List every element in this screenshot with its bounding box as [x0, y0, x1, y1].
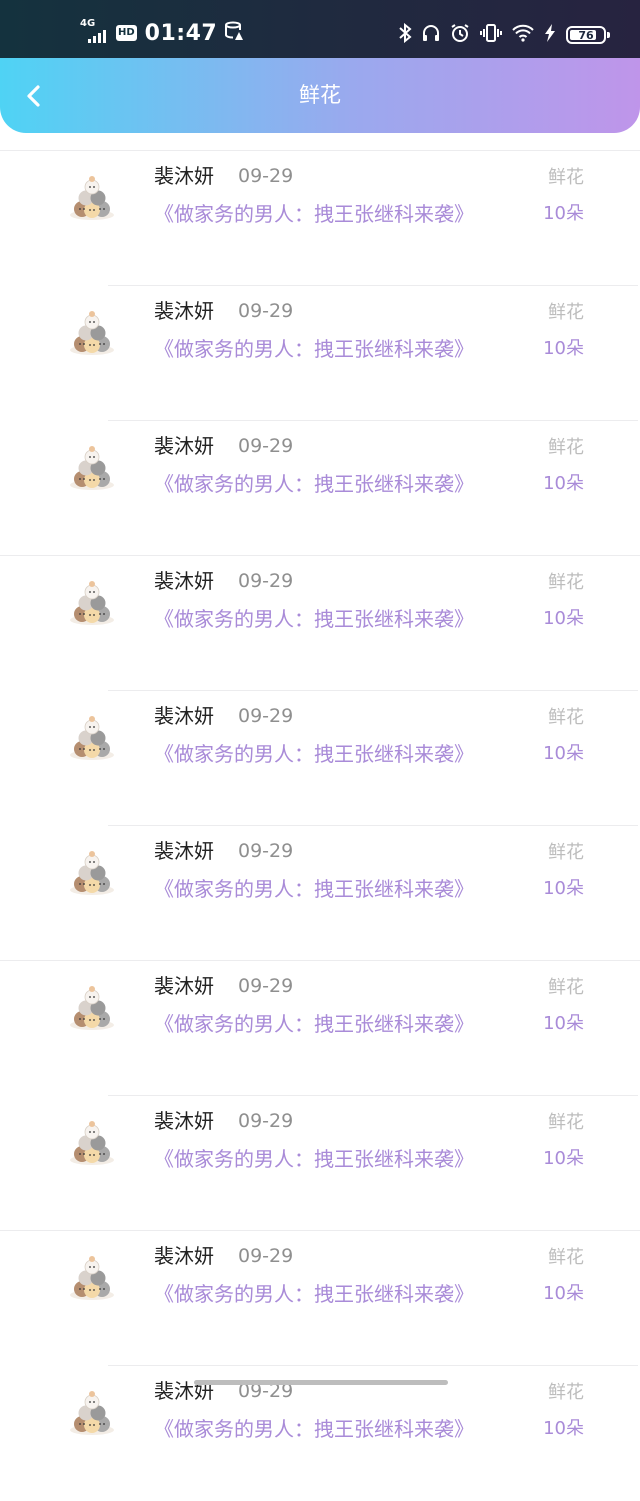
book-title-link[interactable]: 《做家务的男人：拽王张继科来袭》 [154, 1146, 474, 1172]
avatar[interactable] [66, 171, 118, 223]
row-divider [0, 150, 640, 151]
gift-type: 鲜花 [548, 437, 584, 458]
bluetooth-icon [398, 22, 412, 48]
hd-badge: HD [116, 25, 137, 41]
record-date: 09-29 [238, 1245, 294, 1267]
gift-type: 鲜花 [548, 1247, 584, 1268]
gift-type: 鲜花 [548, 302, 584, 323]
gift-type: 鲜花 [548, 167, 584, 188]
gift-record-list: 裴沐妍 09-29 《做家务的男人：拽王张继科来袭》 鲜花 10朵 裴沐妍 09… [0, 150, 640, 1501]
book-title-link[interactable]: 《做家务的男人：拽王张继科来袭》 [154, 876, 474, 902]
user-name: 裴沐妍 [154, 434, 214, 458]
gift-type: 鲜花 [548, 1112, 584, 1133]
user-name: 裴沐妍 [154, 839, 214, 863]
book-title-link[interactable]: 《做家务的男人：拽王张继科来袭》 [154, 1416, 474, 1442]
avatar[interactable] [66, 306, 118, 358]
record-date: 09-29 [238, 840, 294, 862]
wifi-icon [512, 24, 534, 47]
book-title-link[interactable]: 《做家务的男人：拽王张继科来袭》 [154, 606, 474, 632]
avatar[interactable] [66, 846, 118, 898]
gift-amount: 10朵 [543, 608, 584, 629]
list-item[interactable]: 裴沐妍 09-29 《做家务的男人：拽王张继科来袭》 鲜花 10朵 [0, 960, 640, 1096]
book-title-link[interactable]: 《做家务的男人：拽王张继科来袭》 [154, 1281, 474, 1307]
gift-amount: 10朵 [543, 878, 584, 899]
user-name: 裴沐妍 [154, 299, 214, 323]
gift-amount: 10朵 [543, 1148, 584, 1169]
list-item[interactable]: 裴沐妍 09-29 《做家务的男人：拽王张继科来袭》 鲜花 10朵 [0, 825, 640, 961]
list-item[interactable]: 裴沐妍 09-29 《做家务的男人：拽王张继科来袭》 鲜花 10朵 [0, 420, 640, 556]
list-item[interactable]: 裴沐妍 09-29 《做家务的男人：拽王张继科来袭》 鲜花 10朵 [0, 690, 640, 826]
row-divider [0, 1230, 640, 1231]
gift-type: 鲜花 [548, 842, 584, 863]
avatar[interactable] [66, 981, 118, 1033]
list-item[interactable]: 裴沐妍 09-29 《做家务的男人：拽王张继科来袭》 鲜花 10朵 [0, 1095, 640, 1231]
status-bar-right: 76 [398, 20, 610, 50]
list-item[interactable]: 裴沐妍 09-29 《做家务的男人：拽王张继科来袭》 鲜花 10朵 [0, 285, 640, 421]
gift-type: 鲜花 [548, 572, 584, 593]
row-divider [108, 690, 638, 691]
record-date: 09-29 [238, 300, 294, 322]
list-item[interactable]: 裴沐妍 09-29 《做家务的男人：拽王张继科来袭》 鲜花 10朵 [0, 150, 640, 286]
user-name: 裴沐妍 [154, 569, 214, 593]
gift-amount: 10朵 [543, 1418, 584, 1439]
gift-amount: 10朵 [543, 743, 584, 764]
row-divider [0, 555, 640, 556]
row-divider [108, 1095, 638, 1096]
book-title-link[interactable]: 《做家务的男人：拽王张继科来袭》 [154, 201, 474, 227]
gift-type: 鲜花 [548, 977, 584, 998]
avatar[interactable] [66, 1386, 118, 1438]
home-indicator[interactable] [194, 1380, 448, 1385]
row-divider [108, 420, 638, 421]
list-item[interactable]: 裴沐妍 09-29 《做家务的男人：拽王张继科来袭》 鲜花 10朵 [0, 555, 640, 691]
gift-type: 鲜花 [548, 707, 584, 728]
gift-amount: 10朵 [543, 1013, 584, 1034]
avatar[interactable] [66, 576, 118, 628]
book-title-link[interactable]: 《做家务的男人：拽王张继科来袭》 [154, 741, 474, 767]
row-divider [0, 960, 640, 961]
user-name: 裴沐妍 [154, 704, 214, 728]
book-title-link[interactable]: 《做家务的男人：拽王张继科来袭》 [154, 336, 474, 362]
title-bar: 鲜花 [0, 58, 640, 133]
gift-amount: 10朵 [543, 1283, 584, 1304]
avatar[interactable] [66, 1116, 118, 1168]
user-name: 裴沐妍 [154, 1244, 214, 1268]
record-date: 09-29 [238, 975, 294, 997]
network-type: 4G [80, 18, 96, 29]
gift-amount: 10朵 [543, 473, 584, 494]
status-time: 01:47 [144, 20, 218, 46]
gift-amount: 10朵 [543, 203, 584, 224]
gift-type: 鲜花 [548, 1382, 584, 1403]
status-bar: 4G HD 01:47 76 [0, 0, 640, 60]
headphones-icon [422, 24, 440, 47]
record-date: 09-29 [238, 705, 294, 727]
vibrate-icon [480, 23, 502, 47]
page-title: 鲜花 [299, 83, 341, 107]
row-divider [108, 285, 638, 286]
user-name: 裴沐妍 [154, 974, 214, 998]
list-item[interactable]: 裴沐妍 09-29 《做家务的男人：拽王张继科来袭》 鲜花 10朵 [0, 1365, 640, 1501]
data-saver-icon [225, 21, 245, 46]
user-name: 裴沐妍 [154, 1109, 214, 1133]
avatar[interactable] [66, 1251, 118, 1303]
battery-icon: 76 [566, 26, 610, 44]
user-name: 裴沐妍 [154, 164, 214, 188]
signal-icon: 4G [80, 19, 108, 47]
book-title-link[interactable]: 《做家务的男人：拽王张继科来袭》 [154, 1011, 474, 1037]
row-divider [108, 1365, 638, 1366]
status-bar-left: 4G HD 01:47 [80, 18, 245, 48]
charging-icon [544, 23, 556, 47]
battery-level: 76 [578, 28, 594, 42]
record-date: 09-29 [238, 1110, 294, 1132]
book-title-link[interactable]: 《做家务的男人：拽王张继科来袭》 [154, 471, 474, 497]
list-item[interactable]: 裴沐妍 09-29 《做家务的男人：拽王张继科来袭》 鲜花 10朵 [0, 1230, 640, 1366]
avatar[interactable] [66, 711, 118, 763]
record-date: 09-29 [238, 435, 294, 457]
record-date: 09-29 [238, 165, 294, 187]
row-divider [108, 825, 638, 826]
gift-amount: 10朵 [543, 338, 584, 359]
avatar[interactable] [66, 441, 118, 493]
alarm-icon [450, 23, 470, 48]
record-date: 09-29 [238, 570, 294, 592]
